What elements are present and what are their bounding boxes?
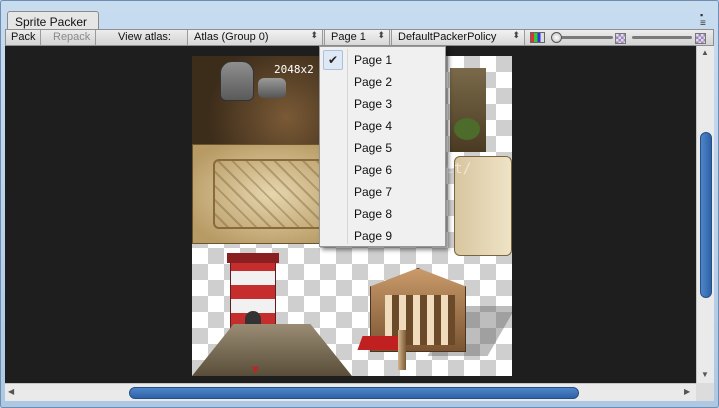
packer-policy-dropdown[interactable]: DefaultPackerPolicy ⬍ (391, 30, 525, 45)
checkerboard-icon[interactable] (695, 33, 706, 44)
skull-shape (220, 61, 254, 101)
sprite-packer-window: Sprite Packer ▪ ≡ Pack Repack View atlas… (0, 0, 719, 408)
chevron-down-icon: ⬍ (512, 30, 520, 40)
atlas-dropdown[interactable]: Atlas (Group 0) ⬍ (187, 30, 323, 45)
page-dropdown[interactable]: Page 1 ⬍ (324, 30, 390, 45)
scroll-down-icon[interactable]: ▼ (701, 370, 709, 379)
menu-item-page[interactable]: Page 8 (320, 203, 445, 225)
menu-item-label: Page 1 (354, 53, 393, 67)
mip-slider[interactable] (630, 30, 692, 45)
chevron-down-icon: ⬍ (377, 30, 385, 40)
horizontal-scrollbar[interactable]: ◀ ▶ (5, 383, 696, 401)
page-dropdown-value: Page 1 (331, 31, 366, 43)
sprite-column (450, 68, 486, 152)
menu-item-label: Page 2 (354, 75, 393, 89)
menu-item-label: Page 6 (354, 163, 393, 177)
repack-button[interactable]: Repack (48, 30, 97, 45)
chevron-down-icon: ⬍ (310, 30, 318, 40)
menu-item-label: Page 8 (354, 207, 393, 221)
check-icon: ✔ (323, 50, 343, 70)
sprite-pillar (398, 330, 406, 370)
packer-policy-value: DefaultPackerPolicy (398, 31, 497, 43)
view-atlas-label: View atlas: (118, 31, 171, 43)
window-options-icon[interactable]: ≡ (700, 18, 706, 29)
atlas-dropdown-value: Atlas (Group 0) (194, 31, 269, 43)
horizontal-scroll-thumb[interactable] (129, 387, 579, 399)
toolbar: Pack Repack View atlas: Atlas (Group 0) … (5, 29, 714, 46)
menu-item-page[interactable]: Page 4 (320, 115, 445, 137)
pack-button[interactable]: Pack (6, 30, 42, 45)
slider-track (561, 36, 613, 39)
scroll-up-icon[interactable]: ▲ (701, 48, 709, 57)
vertical-scroll-thumb[interactable] (700, 132, 712, 298)
map-glyphs (213, 159, 331, 229)
menu-item-page[interactable]: Page 2 (320, 71, 445, 93)
rgb-color-icon[interactable] (530, 32, 545, 43)
menu-item-page[interactable]: Page 6 (320, 159, 445, 181)
page-dropdown-menu: ✔ Page 1 Page 2 Page 3 Page 4 Page 5 Page 6 Pag… (319, 46, 446, 247)
vertical-scrollbar[interactable]: ▲ ▼ (696, 46, 714, 383)
scroll-right-icon[interactable]: ▶ (684, 387, 690, 396)
menu-item-page[interactable]: ✔ Page 1 (320, 49, 445, 71)
menu-item-page[interactable]: Page 3 (320, 93, 445, 115)
scroll-left-icon[interactable]: ◀ (8, 387, 14, 396)
arrow-down-icon: ▼ (250, 364, 261, 376)
sprite-bridge: ▼ (192, 324, 352, 376)
menu-item-page[interactable]: Page 5 (320, 137, 445, 159)
menu-item-page[interactable]: Page 9 (320, 225, 445, 247)
menu-item-page[interactable]: Page 7 (320, 181, 445, 203)
slider-thumb[interactable] (551, 32, 562, 43)
menu-item-label: Page 7 (354, 185, 393, 199)
menu-item-label: Page 5 (354, 141, 393, 155)
menu-item-label: Page 4 (354, 119, 393, 133)
scroll-corner (696, 383, 714, 401)
menu-item-label: Page 9 (354, 229, 393, 243)
leaf-shape (454, 118, 480, 140)
stone-shape (258, 78, 286, 98)
checkerboard-icon[interactable] (615, 33, 626, 44)
slider-track (632, 36, 692, 39)
lighthouse-cap (227, 253, 279, 263)
tab-bar: Sprite Packer ▪ ≡ (5, 7, 714, 31)
atlas-size-label: 2048x2 (274, 63, 314, 76)
menu-item-label: Page 3 (354, 97, 393, 111)
tab-sprite-packer[interactable]: Sprite Packer (7, 11, 99, 31)
zoom-slider[interactable] (551, 30, 613, 45)
